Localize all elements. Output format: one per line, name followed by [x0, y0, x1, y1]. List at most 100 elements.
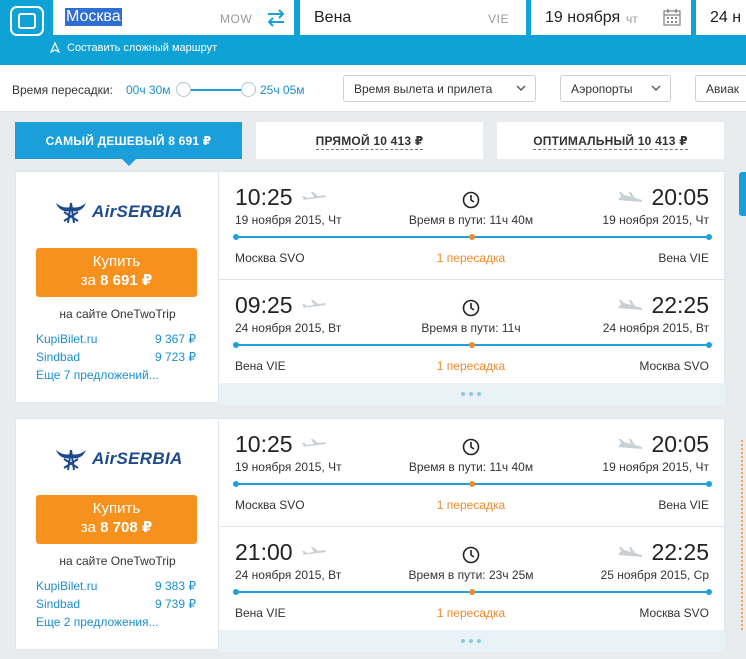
route-end-dot [706, 481, 712, 487]
flight-segment-return[interactable]: 21:00 24 ноября 2015, Вт Время в пути: 2… [219, 526, 725, 633]
to-city-value[interactable]: Вена [314, 9, 351, 27]
transfer-count[interactable]: 1 пересадка [369, 359, 573, 373]
swap-arrows-icon[interactable] [265, 8, 287, 28]
destination-airport: Москва SVO [639, 606, 709, 620]
flight-duration: Время в пути: 11ч 40м [408, 460, 534, 474]
transfer-slider-min-handle[interactable] [176, 82, 191, 97]
clock-icon [462, 546, 480, 564]
transfer-time-label: Время пересадки: [12, 83, 113, 97]
tab-optimal-label: ОПТИМАЛЬНЫЙ [533, 134, 635, 148]
from-city-value[interactable]: Москва [65, 8, 122, 26]
offer-link-sindbad[interactable]: Sindbad [36, 597, 80, 611]
departure-time: 10:25 [235, 184, 293, 210]
offer-link-kupibilet[interactable]: KupiBilet.ru [36, 332, 97, 346]
side-tab[interactable] [739, 172, 746, 216]
search-bar: Москва MOW Вена VIE 19 ноября чт 24 н Со… [0, 0, 746, 65]
flight-segment-outbound[interactable]: 10:25 19 ноября 2015, Чт Время в пути: 1… [219, 419, 725, 526]
times-dropdown[interactable]: Время вылета и прилета [343, 75, 536, 102]
more-dots-icon [461, 392, 481, 396]
from-city-field[interactable]: Москва MOW [53, 0, 294, 35]
tab-optimal[interactable]: ОПТИМАЛЬНЫЙ 10 413 ₽ [497, 122, 724, 159]
flight-duration: Время в пути: 11ч [421, 321, 521, 335]
departure-date: 19 ноября 2015, Чт [235, 460, 342, 474]
more-offers-link[interactable]: Еще 7 предложений... [36, 368, 159, 382]
route-start-dot [233, 589, 239, 595]
flight-segment-return[interactable]: 09:25 24 ноября 2015, Вт Время в пути: 1… [219, 279, 725, 386]
offer-panel: AirSERBIA Купить за 8 691 ₽ на сайте One… [16, 172, 219, 402]
departure-date: 24 ноября 2015, Вт [235, 321, 342, 335]
transfer-slider-max-handle[interactable] [241, 82, 256, 97]
origin-airport: Москва SVO [235, 498, 305, 512]
tab-cheapest-label: САМЫЙ ДЕШЕВЫЙ [45, 134, 165, 148]
airplane-landing-icon [618, 300, 642, 310]
tab-direct-label: ПРЯМОЙ [315, 134, 370, 148]
departure-time: 10:25 [235, 431, 293, 457]
complex-route-label[interactable]: Составить сложный маршрут [67, 42, 217, 54]
result-card: AirSERBIA Купить за 8 691 ₽ на сайте One… [15, 171, 725, 405]
tab-direct[interactable]: ПРЯМОЙ 10 413 ₽ [256, 122, 483, 159]
chevron-down-icon [516, 85, 526, 91]
airplane-icon [302, 300, 326, 308]
seller-site: на сайте OneTwoTrip [59, 554, 176, 568]
origin-airport: Москва SVO [235, 251, 305, 265]
offer-price-kupibilet[interactable]: 9 367 ₽ [155, 332, 196, 346]
route-end-dot [706, 234, 712, 240]
flight-segment-outbound[interactable]: 10:25 19 ноября 2015, Чт Время в пути: 1… [219, 172, 725, 279]
expand-details-button[interactable] [219, 383, 725, 405]
departure-date: 24 ноября 2015, Вт [235, 568, 342, 582]
depart-date-field[interactable]: 19 ноября чт [531, 0, 691, 35]
destination-airport: Москва SVO [639, 359, 709, 373]
airplane-icon [302, 547, 326, 555]
arrival-time: 20:05 [651, 184, 709, 210]
origin-airport: Вена VIE [235, 359, 286, 373]
transfer-slider-track[interactable] [182, 89, 248, 91]
route-end-dot [706, 589, 712, 595]
transfer-count[interactable]: 1 пересадка [369, 251, 573, 265]
route-end-dot [706, 342, 712, 348]
times-dropdown-label: Время вылета и прилета [354, 82, 493, 96]
expand-details-button[interactable] [219, 630, 725, 652]
buy-button[interactable]: Купить за 8 691 ₽ [36, 248, 197, 297]
departure-time: 21:00 [235, 539, 293, 565]
transfer-dot [469, 234, 475, 240]
offer-price-kupibilet[interactable]: 9 383 ₽ [155, 579, 196, 593]
airplane-icon [302, 439, 326, 447]
tab-cheapest[interactable]: САМЫЙ ДЕШЕВЫЙ 8 691 ₽ [15, 122, 242, 166]
calendar-icon[interactable] [663, 8, 681, 26]
to-city-field[interactable]: Вена VIE [300, 0, 526, 35]
arrival-date: 24 ноября 2015, Вт [602, 321, 709, 335]
transfer-count[interactable]: 1 пересадка [369, 498, 573, 512]
more-offers-link[interactable]: Еще 2 предложения... [36, 615, 159, 629]
complex-route-link[interactable]: Составить сложный маршрут [49, 42, 217, 54]
airports-dropdown[interactable]: Аэропорты [560, 75, 671, 102]
offer-link-kupibilet[interactable]: KupiBilet.ru [36, 579, 97, 593]
airplane-icon [302, 192, 326, 200]
offer-link-sindbad[interactable]: Sindbad [36, 350, 80, 364]
arrival-time: 22:25 [651, 539, 709, 565]
arrival-date: 25 ноября 2015, Ср [600, 568, 709, 582]
origin-airport: Вена VIE [235, 606, 286, 620]
transfer-dot [469, 589, 475, 595]
flight-duration: Время в пути: 23ч 25м [408, 568, 534, 582]
offer-price-sindbad[interactable]: 9 739 ₽ [155, 597, 196, 611]
transfer-dot [469, 481, 475, 487]
buy-price: 8 708 ₽ [100, 519, 153, 536]
transfer-count[interactable]: 1 пересадка [369, 606, 573, 620]
return-date-value[interactable]: 24 н [710, 9, 741, 27]
result-card: AirSERBIA Купить за 8 708 ₽ на сайте One… [15, 418, 725, 652]
depart-date-value[interactable]: 19 ноября [545, 9, 620, 27]
depart-weekday: чт [626, 12, 638, 26]
buy-button[interactable]: Купить за 8 708 ₽ [36, 495, 197, 544]
arrival-date: 19 ноября 2015, Чт [602, 213, 709, 227]
offer-panel: AirSERBIA Купить за 8 708 ₽ на сайте One… [16, 419, 219, 649]
clock-icon [462, 191, 480, 209]
to-city-code: VIE [488, 12, 509, 26]
offer-price-sindbad[interactable]: 9 723 ₽ [155, 350, 196, 364]
buy-label: Купить [92, 500, 141, 517]
airlines-dropdown[interactable]: Авиак [695, 75, 746, 102]
transfer-dot [469, 342, 475, 348]
tab-optimal-price: 10 413 ₽ [637, 134, 688, 148]
airplane-landing-icon [618, 439, 642, 449]
return-date-field[interactable]: 24 н [696, 0, 746, 35]
logo-icon[interactable] [10, 6, 44, 36]
